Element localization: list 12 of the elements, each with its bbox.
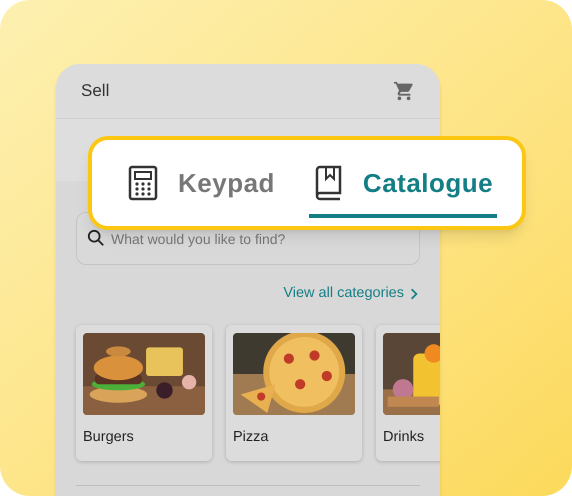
category-card[interactable]: Pizza bbox=[226, 324, 362, 461]
category-name: Burgers bbox=[83, 428, 135, 447]
cart-icon[interactable] bbox=[393, 80, 415, 102]
calculator-icon bbox=[128, 165, 158, 201]
category-card[interactable]: Burgers bbox=[76, 324, 212, 461]
screen-title: Sell bbox=[81, 80, 110, 102]
tab[interactable]: Catalogue bbox=[308, 148, 498, 218]
category-name: Drinks bbox=[383, 428, 426, 447]
chevron-right-icon bbox=[410, 288, 418, 300]
search-icon bbox=[87, 229, 105, 247]
category-card[interactable]: Drinks bbox=[376, 324, 440, 461]
category-name: Pizza bbox=[233, 428, 270, 447]
